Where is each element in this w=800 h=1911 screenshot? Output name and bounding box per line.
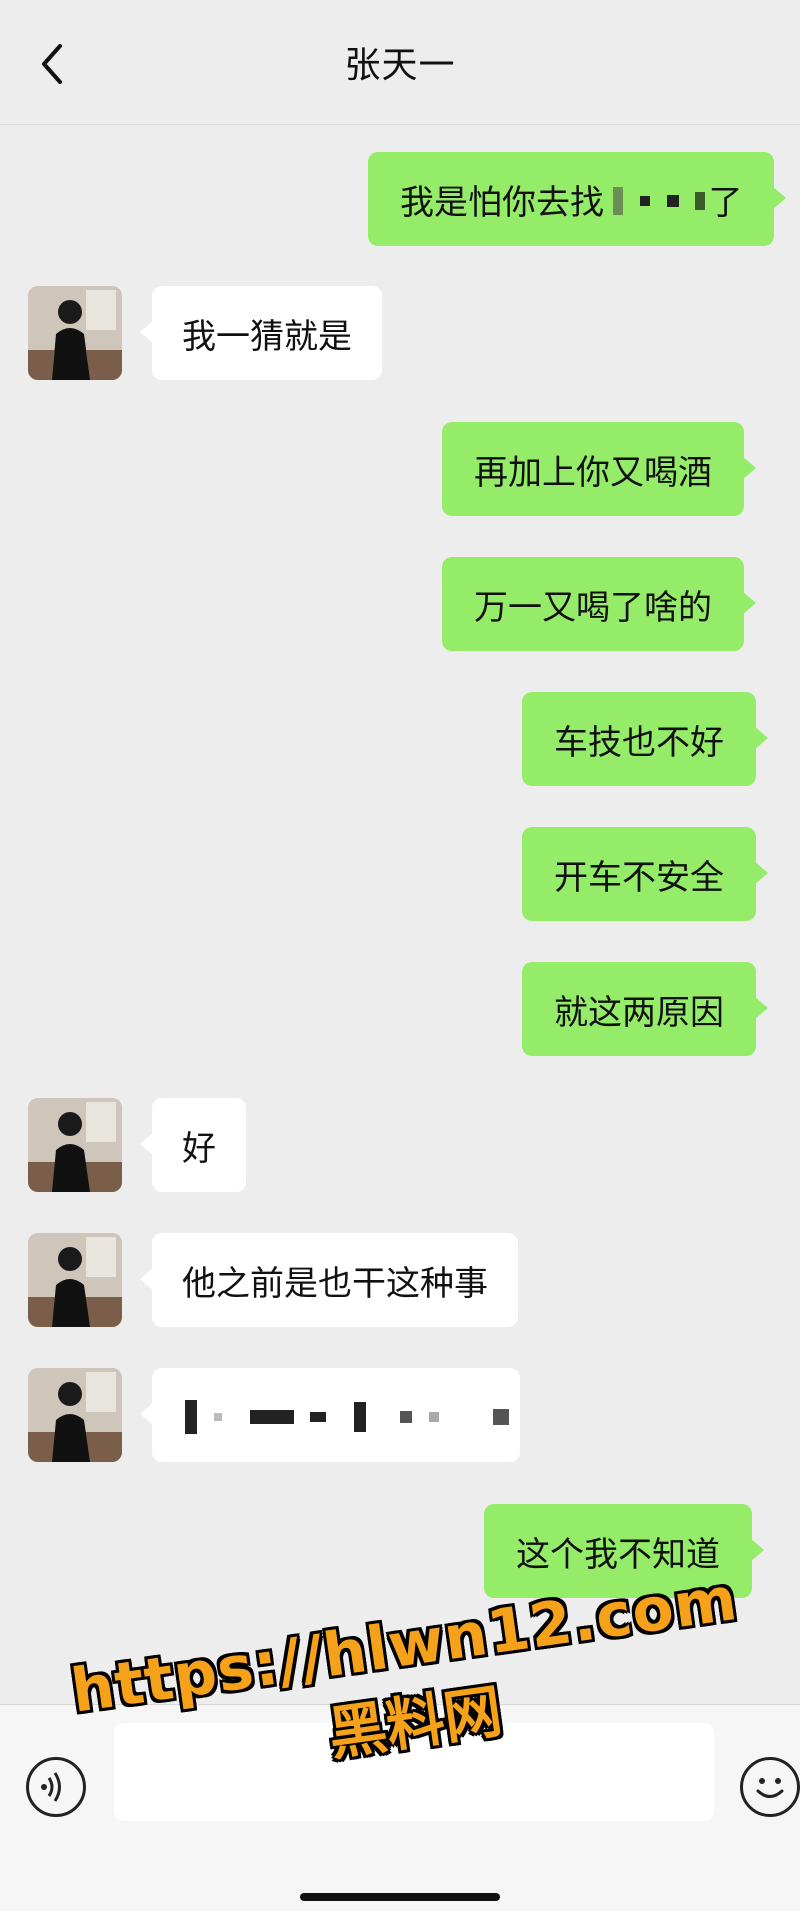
message-text: 开车不安全 [554, 857, 724, 898]
message-text: 就这两原因 [554, 992, 724, 1033]
message-bubble-sent[interactable]: 车技也不好 [522, 692, 768, 786]
emoji-icon [756, 1778, 784, 1798]
message-text: 他之前是也干这种事 [182, 1263, 488, 1304]
message-text: 好 [182, 1128, 216, 1169]
message-bubble-sent[interactable]: 我是怕你去找 了 [368, 152, 787, 246]
message-text-suffix: 了 [708, 182, 743, 223]
input-bar [0, 1704, 800, 1911]
message-text: 万一又喝了啥的 [474, 587, 712, 628]
chat-title: 张天一 [344, 45, 456, 86]
voice-icon [41, 1772, 61, 1802]
chevron-left-icon [42, 44, 62, 84]
message-bubble-sent[interactable]: 万一又喝了啥的 [442, 557, 756, 651]
message-bubble-sent[interactable]: 开车不安全 [522, 827, 768, 921]
back-button[interactable] [30, 42, 74, 86]
avatar[interactable] [28, 1368, 122, 1462]
message-text: 车技也不好 [554, 722, 724, 763]
message-bubble-sent[interactable]: 就这两原因 [522, 962, 768, 1056]
message-list[interactable]: 我是怕你去找 了 我一猜就是 再加上你又喝酒 万一又喝了啥的 车技也不好 开车不… [0, 124, 800, 1704]
message-bubble-sent[interactable]: 再加上你又喝酒 [442, 422, 756, 516]
message-bubble-received[interactable]: 他之前是也干这种事 [140, 1233, 518, 1327]
avatar[interactable] [28, 286, 122, 380]
censored-mark [610, 179, 708, 219]
message-bubble-sent[interactable]: 这个我不知道 [484, 1504, 764, 1598]
message-bubble-received[interactable]: 好 [140, 1098, 246, 1192]
censored-mark [182, 1395, 512, 1435]
message-text: 这个我不知道 [516, 1534, 720, 1575]
chat-header: 张天一 [0, 0, 800, 125]
message-bubble-received-censored[interactable] [140, 1368, 520, 1462]
voice-button[interactable] [26, 1757, 86, 1817]
message-text: 再加上你又喝酒 [474, 452, 712, 493]
message-text: 我一猜就是 [182, 316, 352, 357]
message-bubble-received[interactable]: 我一猜就是 [140, 286, 382, 380]
message-input[interactable] [114, 1723, 714, 1821]
avatar[interactable] [28, 1233, 122, 1327]
emoji-button[interactable] [740, 1757, 800, 1817]
message-text: 我是怕你去找 [400, 182, 604, 223]
avatar[interactable] [28, 1098, 122, 1192]
home-indicator[interactable] [300, 1893, 500, 1901]
